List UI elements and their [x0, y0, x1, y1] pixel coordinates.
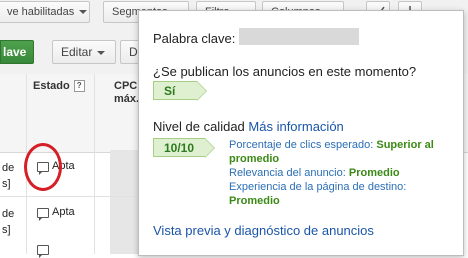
edit-label: Editar — [61, 45, 93, 59]
ad-relevance-value: Promedio — [348, 167, 400, 179]
chevron-down-icon — [97, 50, 106, 55]
ad-preview-diagnosis-link[interactable]: Vista previa y diagnóstico de anuncios — [153, 223, 374, 238]
filter-dropdown[interactable]: ve habilitadas — [0, 1, 90, 23]
redacted-cell — [110, 150, 140, 254]
edit-button[interactable]: Editar — [52, 40, 116, 64]
column-header-status[interactable]: Estado? — [33, 80, 85, 92]
add-keyword-button[interactable]: lave — [0, 40, 34, 64]
expected-ctr-row: Porcentaje de clics esperado: Superior a… — [229, 139, 434, 151]
keyword-cell-line2: s] — [2, 178, 11, 190]
expected-ctr-value: Superior al — [376, 139, 434, 151]
quality-score-heading: Nivel de calidad Más información — [153, 119, 344, 134]
row-divider — [0, 196, 140, 197]
redacted-keyword — [239, 28, 359, 45]
table-row-keyword-cell: de s] — [2, 160, 14, 192]
table-row-keyword-cell: de s] — [2, 206, 14, 238]
speech-bubble-icon[interactable] — [37, 208, 49, 221]
landing-page-row-continued: Promedio — [229, 195, 280, 207]
expected-ctr-label: Porcentaje de clics esperado: — [229, 139, 374, 151]
details-label: D — [129, 45, 138, 59]
keyword-label: Palabra clave: — [153, 31, 236, 46]
keyword-cell-line1: de — [2, 208, 15, 220]
status-header-label: Estado — [33, 80, 70, 92]
max-cpc-header-line1: CPC — [114, 80, 138, 92]
expected-ctr-row-continued: promedio — [229, 153, 279, 165]
ad-relevance-row: Relevancia del anuncio: Promedio — [229, 167, 400, 179]
landing-page-label: Experiencia de la página de destino: — [229, 181, 407, 193]
expected-ctr-value-continued: promedio — [229, 153, 280, 165]
max-cpc-header-line2: máx. — [114, 93, 140, 105]
status-cell: Apta — [52, 206, 75, 218]
column-header-max-cpc[interactable]: CPC máx. — [114, 80, 139, 106]
chevron-down-icon — [79, 10, 88, 15]
help-icon[interactable]: ? — [73, 80, 85, 92]
keyword-cell-line2: s] — [2, 224, 11, 236]
filter-dropdown-label: ve habilitadas — [7, 6, 75, 18]
highlight-circle — [24, 143, 62, 191]
landing-page-row: Experiencia de la página de destino: — [229, 181, 406, 193]
ads-running-question: ¿Se publican los anuncios en este moment… — [153, 64, 417, 79]
column-divider — [94, 74, 95, 254]
quality-score-label: Nivel de calidad — [153, 119, 245, 134]
ads-running-badge: Sí — [153, 81, 207, 101]
keyword-cell-line1: de — [2, 162, 15, 174]
keyword-diagnosis-popup: Palabra clave: ¿Se publican los anuncios… — [138, 10, 464, 256]
landing-page-value: Promedio — [229, 195, 280, 207]
quality-score-badge: 10/10 — [153, 138, 215, 158]
more-info-link[interactable]: Más información — [248, 119, 343, 134]
ad-relevance-label: Relevancia del anuncio: — [229, 167, 346, 179]
